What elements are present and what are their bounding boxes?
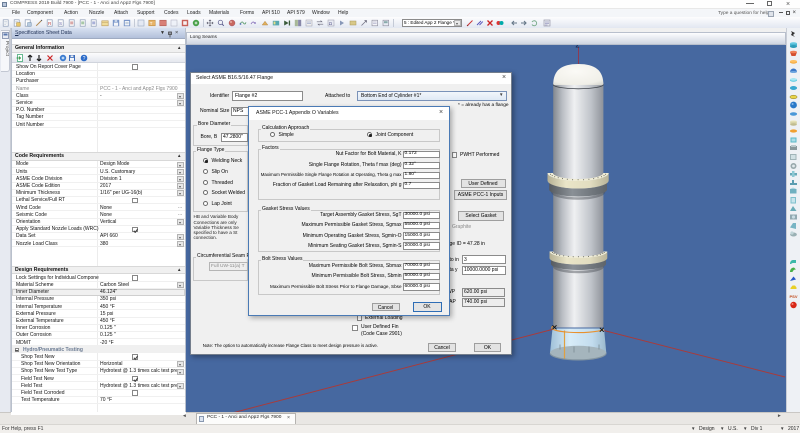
svg-text:?: ? bbox=[83, 56, 86, 62]
svg-text:S: S bbox=[59, 21, 62, 26]
svg-text:T: T bbox=[150, 21, 153, 26]
svg-text:Z: Z bbox=[576, 45, 580, 50]
svg-text:PSV: PSV bbox=[789, 294, 797, 299]
